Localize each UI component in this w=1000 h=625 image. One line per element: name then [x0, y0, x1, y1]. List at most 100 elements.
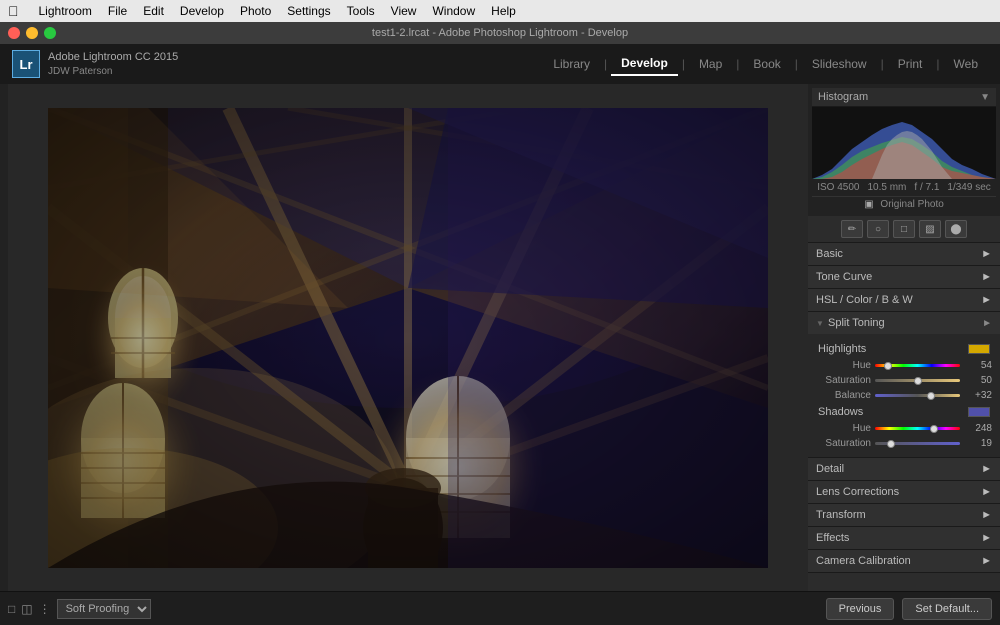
- histogram-info: ISO 4500 10.5 mm f / 7.1 1/349 sec: [812, 179, 996, 196]
- minimize-button[interactable]: [26, 27, 38, 39]
- balance-value: +32: [964, 390, 992, 401]
- shadows-color-swatch[interactable]: [968, 407, 990, 417]
- lr-info: Adobe Lightroom CC 2015 JDW Paterson: [48, 50, 178, 77]
- menu-photo[interactable]: Photo: [240, 4, 271, 18]
- highlights-color-swatch[interactable]: [968, 344, 990, 354]
- view-compare-icon[interactable]: ⋮: [39, 602, 51, 616]
- tab-book[interactable]: Book: [743, 53, 790, 75]
- lens-corrections-section-header[interactable]: Lens Corrections ►: [808, 481, 1000, 504]
- photo-svg: [48, 108, 768, 568]
- menu-lightroom[interactable]: Lightroom: [39, 4, 92, 18]
- menu-help[interactable]: Help: [491, 4, 516, 18]
- highlights-hue-slider[interactable]: [875, 364, 960, 367]
- highlights-hue-value: 54: [964, 360, 992, 371]
- image-area[interactable]: [8, 84, 808, 591]
- menu-window[interactable]: Window: [432, 4, 475, 18]
- tab-web[interactable]: Web: [944, 53, 988, 75]
- menu-settings[interactable]: Settings: [287, 4, 330, 18]
- maximize-button[interactable]: [44, 27, 56, 39]
- highlights-hue-label: Hue: [816, 360, 871, 371]
- user-name: JDW Paterson: [48, 65, 178, 78]
- highlights-sat-label: Saturation: [816, 375, 871, 386]
- transform-section-header[interactable]: Transform ►: [808, 504, 1000, 527]
- tab-map[interactable]: Map: [689, 53, 732, 75]
- highlights-sat-value: 50: [964, 375, 992, 386]
- basic-label: Basic: [816, 248, 843, 260]
- split-toning-arrow: ►: [982, 318, 992, 329]
- highlights-group-header: Highlights: [812, 340, 996, 358]
- split-toning-header[interactable]: ▼ Split Toning ►: [808, 312, 1000, 334]
- close-button[interactable]: [8, 27, 20, 39]
- detail-arrow: ►: [981, 463, 992, 475]
- tool-adjust[interactable]: ⬤: [945, 220, 967, 238]
- tool-gradient[interactable]: ▨: [919, 220, 941, 238]
- title-bar: test1-2.lrcat - Adobe Photoshop Lightroo…: [0, 22, 1000, 44]
- transform-label: Transform: [816, 509, 866, 521]
- shadows-sat-value: 19: [964, 438, 992, 449]
- highlights-sat-slider[interactable]: [875, 379, 960, 382]
- tab-library[interactable]: Library: [543, 53, 600, 75]
- soft-proofing-select[interactable]: Soft Proofing: [57, 599, 151, 619]
- balance-row: Balance +32: [812, 388, 996, 403]
- effects-section-header[interactable]: Effects ►: [808, 527, 1000, 550]
- shadows-group-header: Shadows: [812, 403, 996, 421]
- menu-tools[interactable]: Tools: [347, 4, 375, 18]
- left-panel: [0, 84, 8, 591]
- view-single-icon[interactable]: □: [8, 602, 15, 616]
- histogram-section: Histogram ▼ ISO 4500 10.: [808, 84, 1000, 216]
- app: Lr Adobe Lightroom CC 2015 JDW Paterson …: [0, 44, 1000, 625]
- window-controls: [8, 27, 56, 39]
- shadows-hue-label: Hue: [816, 423, 871, 434]
- balance-slider[interactable]: [875, 394, 960, 397]
- split-toning-content: Highlights Hue 54 Saturation: [808, 334, 1000, 457]
- tool-redeye[interactable]: □: [893, 220, 915, 238]
- menu-edit[interactable]: Edit: [143, 4, 164, 18]
- shadows-hue-value: 248: [964, 423, 992, 434]
- split-toning-section: ▼ Split Toning ► Highlights Hue: [808, 312, 1000, 458]
- tab-slideshow[interactable]: Slideshow: [802, 53, 877, 75]
- bottom-bar: □ ◫ ⋮ Soft Proofing Previous Set Default…: [0, 591, 1000, 625]
- shadows-saturation-row: Saturation 19: [812, 436, 996, 451]
- original-photo-label[interactable]: ▣ Original Photo: [812, 196, 996, 212]
- photo-view: [48, 108, 768, 568]
- shadows-hue-slider[interactable]: [875, 427, 960, 430]
- highlights-hue-row: Hue 54: [812, 358, 996, 373]
- hsl-label: HSL / Color / B & W: [816, 294, 913, 306]
- right-panel: Histogram ▼ ISO 4500 10.: [808, 84, 1000, 591]
- basic-section-header[interactable]: Basic ►: [808, 243, 1000, 266]
- camera-calibration-label: Camera Calibration: [816, 555, 911, 567]
- view-grid-icon[interactable]: ◫: [21, 602, 32, 616]
- tab-develop[interactable]: Develop: [611, 52, 678, 76]
- menu-bar:  Lightroom File Edit Develop Photo Sett…: [0, 0, 1000, 22]
- shadows-hue-row: Hue 248: [812, 421, 996, 436]
- tone-curve-section-header[interactable]: Tone Curve ►: [808, 266, 1000, 289]
- camera-calibration-arrow: ►: [981, 555, 992, 567]
- shadows-sat-slider[interactable]: [875, 442, 960, 445]
- tool-crop[interactable]: ✏: [841, 220, 863, 238]
- menu-develop[interactable]: Develop: [180, 4, 224, 18]
- tab-print[interactable]: Print: [888, 53, 933, 75]
- camera-calibration-section-header[interactable]: Camera Calibration ►: [808, 550, 1000, 573]
- histogram-arrow: ▼: [980, 92, 990, 103]
- hsl-section-header[interactable]: HSL / Color / B & W ►: [808, 289, 1000, 312]
- histogram-header[interactable]: Histogram ▼: [812, 88, 996, 107]
- balance-label: Balance: [816, 390, 871, 401]
- tone-curve-arrow: ►: [981, 271, 992, 283]
- menu-file[interactable]: File: [108, 4, 127, 18]
- detail-section-header[interactable]: Detail ►: [808, 458, 1000, 481]
- tone-curve-label: Tone Curve: [816, 271, 872, 283]
- bottom-left-controls: □ ◫ ⋮ Soft Proofing: [8, 599, 151, 619]
- previous-button[interactable]: Previous: [826, 598, 895, 620]
- basic-arrow: ►: [981, 248, 992, 260]
- tool-strip: ✏ ○ □ ▨ ⬤: [808, 216, 1000, 243]
- shutter-info: 1/349 sec: [947, 182, 990, 193]
- iso-info: ISO 4500: [817, 182, 859, 193]
- apple-menu[interactable]: : [8, 3, 19, 19]
- set-default-button[interactable]: Set Default...: [902, 598, 992, 620]
- lens-corrections-arrow: ►: [981, 486, 992, 498]
- menu-view[interactable]: View: [391, 4, 417, 18]
- split-toning-label: Split Toning: [828, 317, 885, 329]
- original-photo-text: Original Photo: [880, 199, 943, 210]
- lr-badge: Lr: [12, 50, 40, 78]
- tool-spot[interactable]: ○: [867, 220, 889, 238]
